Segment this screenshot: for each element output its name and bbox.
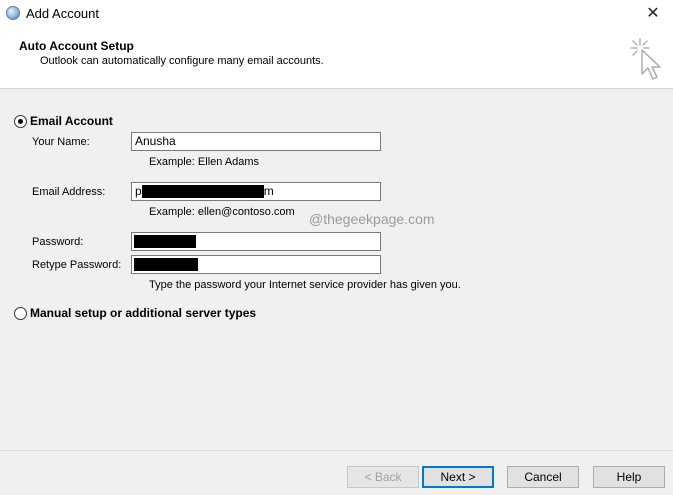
email-address-hint: Example: ellen@contoso.com (149, 206, 295, 218)
footer-divider (0, 450, 673, 451)
your-name-value: Anusha (135, 134, 176, 148)
password-label: Password: (32, 236, 84, 248)
retype-password-redaction (134, 258, 198, 272)
wizard-header: Auto Account Setup Outlook can automatic… (0, 28, 673, 89)
outlook-globe-icon (6, 6, 20, 20)
help-button[interactable]: Help (593, 466, 665, 488)
redaction-bar (141, 185, 264, 199)
email-prefix: p (135, 184, 142, 198)
password-input[interactable] (131, 232, 381, 251)
your-name-input[interactable]: Anusha (131, 132, 381, 151)
manual-setup-label[interactable]: Manual setup or additional server types (30, 306, 256, 320)
next-button[interactable]: Next > (422, 466, 494, 488)
watermark-text: @thegeekpage.com (309, 211, 435, 227)
email-address-label: Email Address: (32, 186, 106, 198)
your-name-hint: Example: Ellen Adams (149, 156, 260, 168)
close-icon[interactable]: ✕ (633, 0, 673, 28)
cancel-button[interactable]: Cancel (507, 466, 579, 488)
cursor-sparkle-icon (630, 38, 661, 80)
title-bar: Add Account ✕ (0, 0, 673, 28)
email-suffix: m (263, 184, 274, 198)
window-title: Add Account (26, 6, 99, 21)
email-address-input[interactable]: pm (131, 182, 381, 201)
header-subtitle: Outlook can automatically configure many… (40, 55, 324, 67)
back-button[interactable]: < Back (347, 466, 419, 488)
your-name-label: Your Name: (32, 136, 90, 148)
manual-setup-radio[interactable] (14, 307, 27, 320)
email-account-radio[interactable] (14, 115, 27, 128)
password-redaction (134, 235, 196, 249)
header-title: Auto Account Setup (19, 39, 134, 53)
email-account-label[interactable]: Email Account (30, 114, 113, 128)
retype-password-label: Retype Password: (32, 259, 122, 271)
retype-password-input[interactable] (131, 255, 381, 274)
password-hint: Type the password your Internet service … (149, 279, 461, 291)
